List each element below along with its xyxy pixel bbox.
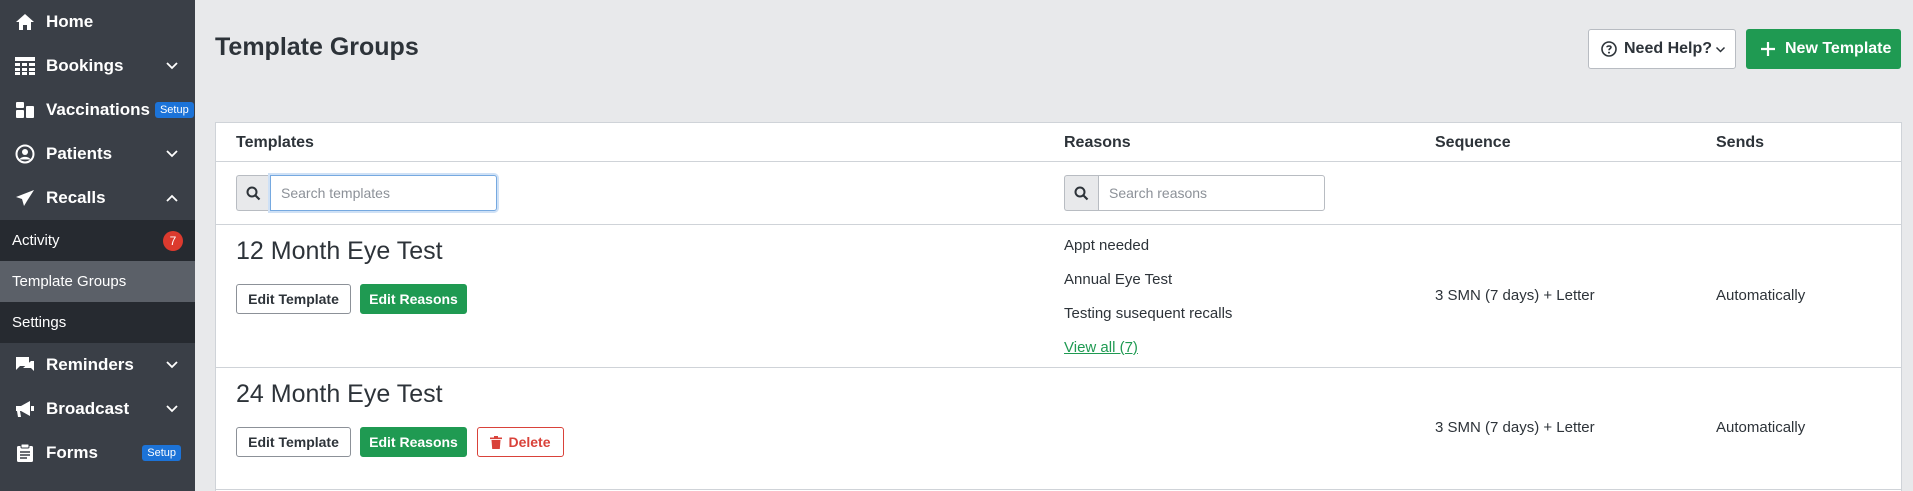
sidebar-sub-label: Template Groups [12, 273, 127, 290]
edit-reasons-button[interactable]: Edit Reasons [360, 284, 467, 314]
activity-count-badge: 7 [163, 231, 183, 251]
chevron-down-icon[interactable] [165, 147, 179, 161]
template-groups-table: Templates Reasons Sequence Sends 12 Mont… [215, 122, 1902, 491]
reason-item: Annual Eye Test [1064, 271, 1173, 288]
sidebar-item-forms[interactable]: Forms Setup [0, 431, 195, 475]
new-template-button[interactable]: New Template [1746, 29, 1901, 69]
sidebar-item-label: Broadcast [46, 399, 130, 418]
chat-icon [14, 354, 36, 376]
search-reasons [1064, 175, 1325, 211]
delete-button[interactable]: Delete [477, 427, 564, 457]
chevron-down-icon[interactable] [165, 59, 179, 73]
edit-template-button[interactable]: Edit Template [236, 427, 351, 457]
chevron-down-icon[interactable] [165, 358, 179, 372]
divider [216, 224, 1901, 225]
sidebar-item-patients[interactable]: Patients [0, 132, 195, 176]
column-header-sequence: Sequence [1435, 134, 1511, 151]
need-help-label: Need Help? [1624, 40, 1713, 57]
sends-value: Automatically [1716, 419, 1806, 436]
sidebar-item-label: Home [46, 12, 94, 31]
sidebar-item-label: Bookings [46, 56, 124, 75]
reason-item: Appt needed [1064, 237, 1150, 254]
setup-badge: Setup [154, 102, 194, 118]
home-icon [14, 11, 36, 33]
sends-value: Automatically [1716, 287, 1806, 304]
edit-reasons-button[interactable]: Edit Reasons [360, 427, 467, 457]
search-icon [1064, 175, 1098, 211]
sidebar-item-label: Vaccinations [46, 100, 150, 119]
sequence-value: 3 SMN (7 days) + Letter [1435, 419, 1595, 436]
sidebar-item-label: Reminders [46, 355, 134, 374]
column-header-sends: Sends [1716, 134, 1765, 151]
paper-plane-icon [14, 187, 36, 209]
grid-icon [14, 55, 36, 77]
divider [216, 489, 1901, 490]
new-template-label: New Template [1785, 40, 1892, 57]
user-circle-icon [14, 143, 36, 165]
vial-icon [14, 99, 36, 121]
sidebar-item-reminders[interactable]: Reminders [0, 343, 195, 387]
need-help-button[interactable]: Need Help? [1588, 29, 1736, 69]
divider [216, 367, 1901, 368]
chevron-up-icon[interactable] [165, 191, 179, 205]
search-templates [236, 175, 497, 211]
sidebar-item-label: Forms [46, 443, 98, 462]
sidebar-item-home[interactable]: Home [0, 0, 195, 44]
sidebar-sub-template-groups[interactable]: Template Groups [0, 261, 195, 302]
page-title: Template Groups [215, 33, 419, 61]
chevron-down-icon[interactable] [165, 402, 179, 416]
chevron-down-icon [1715, 46, 1726, 53]
divider [216, 161, 1901, 162]
delete-label: Delete [508, 434, 551, 450]
sidebar-sub-label: Settings [12, 314, 67, 331]
sidebar-sub-settings[interactable]: Settings [0, 302, 195, 343]
sidebar-item-recalls[interactable]: Recalls [0, 176, 195, 220]
view-all-reasons-link[interactable]: View all (7) [1064, 339, 1138, 356]
question-circle-icon [1601, 41, 1617, 57]
search-icon [236, 175, 270, 211]
column-header-reasons: Reasons [1064, 134, 1131, 151]
sidebar-item-vaccinations[interactable]: Vaccinations Setup [0, 88, 195, 132]
search-templates-input[interactable] [270, 175, 497, 211]
sidebar-item-label: Recalls [46, 188, 106, 207]
template-name: 24 Month Eye Test [236, 380, 443, 408]
sequence-value: 3 SMN (7 days) + Letter [1435, 287, 1595, 304]
sidebar-item-broadcast[interactable]: Broadcast [0, 387, 195, 431]
megaphone-icon [14, 398, 36, 420]
trash-icon [490, 435, 503, 449]
setup-badge: Setup [142, 445, 181, 461]
sidebar-item-bookings[interactable]: Bookings [0, 44, 195, 88]
template-name: 12 Month Eye Test [236, 237, 443, 265]
edit-template-button[interactable]: Edit Template [236, 284, 351, 314]
reason-item: Testing susequent recalls [1064, 305, 1233, 322]
clipboard-icon [14, 442, 36, 464]
sidebar-sub-activity[interactable]: Activity 7 [0, 220, 195, 261]
sidebar-item-label: Patients [46, 144, 113, 163]
plus-icon [1761, 42, 1775, 56]
column-header-templates: Templates [236, 134, 314, 151]
search-reasons-input[interactable] [1098, 175, 1325, 211]
sidebar-sub-label: Activity [12, 232, 60, 249]
sidebar: Home Bookings Vaccinations Setup Patient… [0, 0, 195, 491]
